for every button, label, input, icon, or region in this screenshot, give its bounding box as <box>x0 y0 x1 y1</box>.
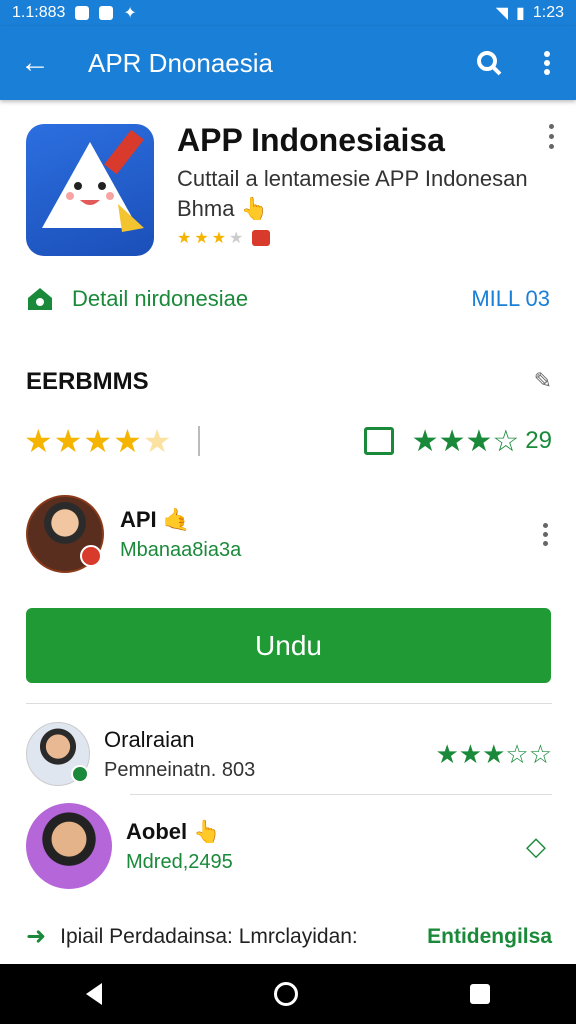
star-icon: ★ <box>113 423 142 459</box>
developer-avatar <box>26 495 104 573</box>
developer-name: API 🤙 <box>120 507 241 533</box>
notification-icon <box>75 6 90 20</box>
star-icon: ★ <box>211 230 227 247</box>
star-icon: ★ <box>435 738 459 769</box>
user-text: Aobel 👆 Mdred,2495 <box>126 819 233 874</box>
app-rating-small: ★ ★ ★ ★ <box>177 228 271 248</box>
hand-emoji-icon: 🤙 <box>162 506 191 532</box>
verified-badge-icon <box>80 545 102 567</box>
footer-row: ➜ Ipiail Perdadainsa: Lmrclayidan: Entid… <box>26 922 552 951</box>
app-bar-title: APR Dnonaesia <box>88 47 273 78</box>
review-user-row[interactable]: Oralraian Pemneinatn. 803 ★★★☆☆ <box>26 722 552 786</box>
detail-label: Detail nirdonesiae <box>72 286 249 311</box>
navigation-bar <box>0 964 576 1024</box>
footer-link[interactable]: Entidengilsa <box>427 925 552 949</box>
app-icon <box>26 124 154 256</box>
star-icon: ★ <box>438 424 466 458</box>
user-subtitle: Pemneinatn. 803 <box>104 758 256 781</box>
age-rating-badge <box>252 230 271 246</box>
signal-icon: ▮ <box>516 5 525 22</box>
star-icon: ★ <box>177 230 192 247</box>
footer-text: Ipiail Perdadainsa: Lmrclayidan: <box>60 924 358 948</box>
back-triangle-icon[interactable] <box>86 983 102 1005</box>
section-title: EERBMMS <box>26 368 149 395</box>
rating-row: ★ ★ ★ ★ ★ ★ ★ ★ ☆ 29 <box>24 420 552 462</box>
hand-emoji-icon: 👆 <box>193 818 221 844</box>
developer-more-button[interactable] <box>543 522 548 546</box>
wifi-icon: ◥ <box>495 5 509 22</box>
home-circle-icon[interactable] <box>274 982 298 1006</box>
star-icon: ★ <box>465 424 493 458</box>
share-arrow-icon[interactable]: ◇ <box>526 831 546 862</box>
app-subtitle-line2-text: Bhma <box>177 196 235 221</box>
star-icon: ★ <box>53 423 83 459</box>
more-vert-icon <box>544 51 550 75</box>
divider <box>26 703 552 704</box>
dot <box>549 144 554 149</box>
mascot-icon <box>42 129 144 232</box>
user-rating: ★★★☆☆ <box>435 739 552 770</box>
hand-emoji-icon: 👆 <box>240 196 269 221</box>
status-left: 1.1:883 ✦ <box>12 3 137 23</box>
developer-row[interactable]: API 🤙 Mbanaa8ia3a <box>26 494 552 574</box>
user-name-text: Aobel <box>126 818 188 844</box>
star-icon: ★ <box>83 423 113 459</box>
star-empty-icon: ★ <box>229 230 244 247</box>
recent-square-icon[interactable] <box>470 984 490 1004</box>
user-name: Aobel 👆 <box>126 819 233 845</box>
star-icon: ★ <box>482 738 506 769</box>
sync-icon: ✦ <box>123 5 137 22</box>
star-icon: ★ <box>194 230 209 247</box>
edit-icon[interactable]: ✎ <box>534 368 552 394</box>
status-right: ◥ ▮ 1:23 <box>496 3 564 23</box>
app-subtitle: Cuttail a lentamesie APP Indonesan <box>177 166 528 191</box>
dot <box>549 124 554 129</box>
status-time-left: 1.1:883 <box>12 4 66 21</box>
arrow-right-icon: ➜ <box>26 923 47 950</box>
developer-subtitle: Mbanaa8ia3a <box>120 538 242 561</box>
star-icon: ★ <box>24 423 53 459</box>
user-text: Oralraian Pemneinatn. 803 <box>104 727 255 782</box>
rating-count: 29 <box>525 427 552 454</box>
star-icon: ★ <box>411 424 439 458</box>
app-more-button[interactable] <box>549 124 554 149</box>
star-icon: ★ <box>458 738 483 769</box>
user-avatar <box>26 803 112 889</box>
dot <box>549 134 554 139</box>
detail-right-link[interactable]: MILL 03 <box>471 286 550 312</box>
developer-text: API 🤙 Mbanaa8ia3a <box>120 507 241 562</box>
dot <box>543 522 548 528</box>
app-subtitle-line2: Bhma 👆 <box>177 196 268 222</box>
back-button[interactable]: ← <box>0 46 70 80</box>
user-avatar <box>26 722 90 786</box>
search-icon <box>477 51 502 76</box>
review-icon[interactable] <box>363 427 394 455</box>
star-half-icon: ★ <box>142 423 172 459</box>
divider <box>130 794 552 795</box>
overflow-menu-button[interactable] <box>518 51 576 75</box>
divider <box>198 426 201 456</box>
detail-row[interactable]: Detail nirdonesiae MILL 03 <box>26 286 550 312</box>
review-user-row[interactable]: Aobel 👆 Mdred,2495 ◇ <box>26 803 552 889</box>
verified-badge-icon <box>71 765 89 783</box>
star-outline-icon: ☆ <box>492 424 520 458</box>
star-outline-icon: ☆ <box>528 738 552 769</box>
install-button[interactable]: Undu <box>26 608 551 683</box>
developer-name-text: API <box>120 506 157 532</box>
status-time-right: 1:23 <box>532 4 564 21</box>
dot <box>543 540 548 546</box>
arrow-left-icon: ← <box>20 46 50 79</box>
user-name: Oralraian <box>104 726 195 752</box>
star-outline-icon: ☆ <box>505 738 529 769</box>
status-bar: 1.1:883 ✦ ◥ ▮ 1:23 <box>0 0 576 26</box>
home-icon <box>28 288 52 310</box>
user-subtitle: Mdred,2495 <box>126 850 233 873</box>
search-button[interactable] <box>460 49 518 77</box>
app-detail-content: APP Indonesiaisa Cuttail a lentamesie AP… <box>0 100 576 964</box>
dot <box>543 531 548 537</box>
app-title: APP Indonesiaisa <box>177 122 445 158</box>
app-bar: ← APR Dnonaesia <box>0 26 576 100</box>
message-icon <box>99 6 114 20</box>
